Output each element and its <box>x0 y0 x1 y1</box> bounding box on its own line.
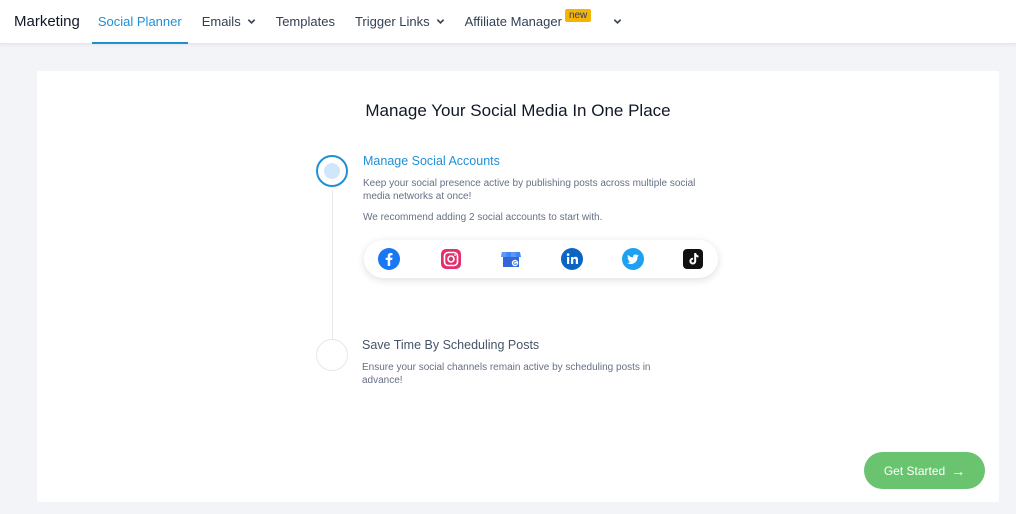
more-tabs-button[interactable] <box>607 0 622 44</box>
twitter-icon[interactable] <box>622 248 644 270</box>
tab-emails[interactable]: Emails <box>202 0 256 44</box>
tab-label: Social Planner <box>97 14 182 29</box>
get-started-button[interactable]: Get Started → <box>864 452 985 489</box>
instagram-icon[interactable] <box>440 248 462 270</box>
step-1-title: Manage Social Accounts <box>363 154 500 168</box>
tab-social-planner[interactable]: Social Planner <box>91 0 188 44</box>
chevron-down-icon <box>436 19 444 24</box>
tab-trigger-links[interactable]: Trigger Links <box>355 0 445 44</box>
tab-affiliate-manager[interactable]: Affiliate Manager new <box>465 0 592 44</box>
top-nav: Marketing Social Planner Emails Template… <box>0 0 1016 44</box>
new-badge: new <box>564 9 592 22</box>
svg-text:G: G <box>513 261 517 267</box>
step-2-description: Ensure your social channels remain activ… <box>362 362 651 386</box>
step-1-indicator <box>316 155 348 187</box>
step-1-description: Keep your social presence active by publ… <box>363 178 696 202</box>
arrow-right-icon: → <box>951 462 966 479</box>
chevron-down-icon <box>247 19 255 24</box>
google-business-icon[interactable]: G <box>500 248 522 270</box>
brand-title: Marketing <box>14 13 80 30</box>
chevron-down-icon <box>614 19 622 24</box>
step-2-title: Save Time By Scheduling Posts <box>362 338 540 352</box>
step-2-indicator <box>316 339 348 371</box>
step-1-note: We recommend adding 2 social accounts to… <box>363 212 603 223</box>
linkedin-icon[interactable] <box>561 248 583 270</box>
social-networks-bar: G <box>364 240 718 278</box>
tab-label: Emails <box>201 14 241 29</box>
tab-label: Trigger Links <box>354 14 430 29</box>
get-started-label: Get Started <box>883 463 946 478</box>
facebook-icon[interactable] <box>378 248 400 270</box>
tab-templates[interactable]: Templates <box>276 0 335 44</box>
tab-label: Affiliate Manager <box>464 14 562 29</box>
tab-label: Templates <box>275 14 335 29</box>
tiktok-icon[interactable] <box>682 248 704 270</box>
onboarding-card: Manage Your Social Media In One Place Ma… <box>37 71 999 502</box>
step-connector <box>332 190 333 355</box>
page-title: Manage Your Social Media In One Place <box>365 101 671 120</box>
